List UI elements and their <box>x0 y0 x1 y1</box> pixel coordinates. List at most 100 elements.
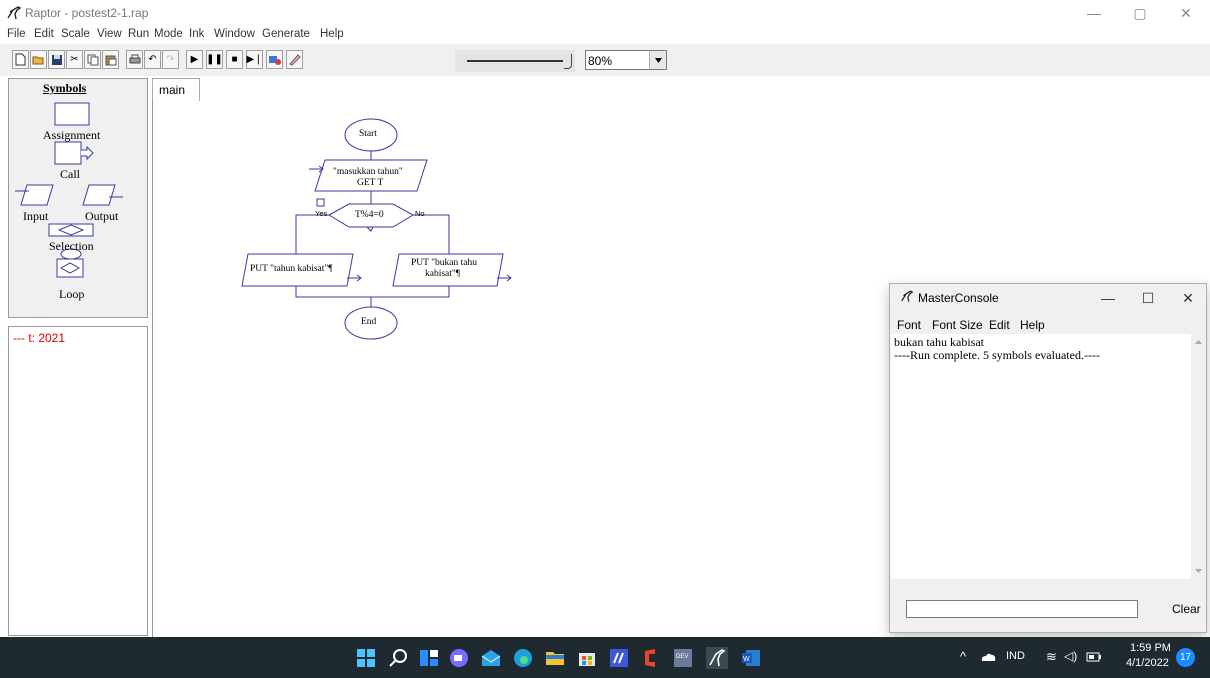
console-scrollbar[interactable] <box>1191 334 1206 579</box>
devcpp-icon[interactable]: DEV <box>672 647 694 669</box>
taskbar: DEV W ^ IND ≋ ◁) 1:59 PM 4/1/2022 17 <box>0 637 1210 678</box>
copy-icon[interactable] <box>84 50 101 69</box>
pause-button[interactable]: ❚❚ <box>206 50 223 69</box>
menu-mode[interactable]: Mode <box>154 28 183 40</box>
svg-text:DEV: DEV <box>676 654 688 660</box>
menu-view[interactable]: View <box>97 28 122 40</box>
notification-badge[interactable]: 17 <box>1176 648 1195 667</box>
yes-label: Yes <box>315 209 328 218</box>
raptor-app-icon <box>901 290 914 302</box>
assignment-label: Assignment <box>43 128 101 142</box>
zoom-slider[interactable] <box>455 50 575 72</box>
zoom-select[interactable]: 80% <box>585 50 667 70</box>
menu-bar: File Edit Scale View Run Mode Ink Window… <box>0 26 1210 44</box>
zoom-slider-thumb[interactable] <box>564 54 572 69</box>
selection-label: Selection <box>49 239 94 253</box>
test-server-button[interactable] <box>266 50 283 69</box>
start-label: Start <box>359 129 377 139</box>
console-minimize-button[interactable]: — <box>1088 284 1128 312</box>
open-file-button[interactable] <box>30 50 47 69</box>
search-icon[interactable] <box>388 647 410 669</box>
svg-text:W: W <box>743 656 750 663</box>
console-output[interactable]: bukan tahu kabisat ----Run complete. 5 s… <box>891 334 1191 579</box>
no-label: No <box>415 209 425 218</box>
console-menu-help[interactable]: Help <box>1020 318 1045 332</box>
call-arrow-icon <box>81 145 94 161</box>
call-label: Call <box>60 167 80 181</box>
new-file-button[interactable] <box>12 50 29 69</box>
variables-panel: --- t: 2021 <box>8 326 148 636</box>
console-menu-bar: Font Font Size Edit Help <box>890 316 1206 334</box>
clock-time[interactable]: 1:59 PM <box>1130 642 1171 654</box>
menu-ink[interactable]: Ink <box>189 28 204 40</box>
chat-icon[interactable] <box>448 647 470 669</box>
input-symbol <box>20 184 54 206</box>
console-menu-font[interactable]: Font <box>897 318 921 332</box>
edge-browser-icon[interactable] <box>512 647 534 669</box>
language-indicator[interactable]: IND <box>1006 650 1025 662</box>
stop-button[interactable]: ■ <box>226 50 243 69</box>
pen-icon[interactable] <box>286 50 303 69</box>
menu-help[interactable]: Help <box>320 28 344 40</box>
condition-label: T%4=0 <box>355 210 384 220</box>
cut-icon[interactable]: ✂ <box>66 50 83 69</box>
save-button[interactable] <box>48 50 65 69</box>
call-symbol <box>54 141 82 165</box>
step-button[interactable]: ▶❘ <box>246 50 263 69</box>
input-arrow <box>309 165 324 173</box>
menu-scale[interactable]: Scale <box>61 28 90 40</box>
input-var-label: GET T <box>357 178 384 188</box>
variable-t[interactable]: --- t: 2021 <box>13 331 65 345</box>
menu-edit[interactable]: Edit <box>34 28 54 40</box>
console-close-button[interactable]: ✕ <box>1168 284 1208 312</box>
close-button[interactable]: ✕ <box>1163 0 1209 26</box>
print-icon[interactable] <box>126 50 143 69</box>
clear-button[interactable]: Clear <box>1172 602 1201 616</box>
output-symbol <box>82 184 116 206</box>
assignment-symbol <box>54 102 90 126</box>
maximize-button[interactable]: ▢ <box>1117 0 1163 26</box>
output-no-label-line1: PUT "bukan tahu <box>411 258 477 268</box>
console-menu-font-size[interactable]: Font Size <box>932 318 983 332</box>
volume-icon[interactable]: ◁) <box>1064 649 1077 663</box>
chevron-down-icon[interactable] <box>649 51 666 69</box>
onedrive-icon[interactable] <box>980 652 996 662</box>
menu-file[interactable]: File <box>7 28 26 40</box>
redo-icon[interactable]: ↷ <box>162 50 179 69</box>
palette-shapes <box>15 102 123 278</box>
battery-icon[interactable] <box>1086 652 1102 662</box>
file-explorer-icon[interactable] <box>544 647 566 669</box>
raptor-taskbar-icon[interactable] <box>706 647 728 669</box>
paste-icon[interactable] <box>102 50 119 69</box>
menu-window[interactable]: Window <box>214 28 255 40</box>
clock-date[interactable]: 4/1/2022 <box>1126 657 1169 669</box>
console-output-line: ----Run complete. 5 symbols evaluated.--… <box>894 348 1100 362</box>
chevron-up-icon[interactable]: ^ <box>960 649 966 664</box>
app-icon-blue[interactable] <box>608 647 630 669</box>
office-icon[interactable] <box>640 647 662 669</box>
undo-icon[interactable]: ↶ <box>144 50 161 69</box>
zoom-slider-track <box>467 60 563 62</box>
output-yes-label: PUT "tahun kabisat"¶ <box>250 264 333 274</box>
console-maximize-button[interactable]: ☐ <box>1128 284 1168 312</box>
loop-label: Loop <box>59 287 85 301</box>
zoom-value: 80% <box>588 54 613 68</box>
title-bar: Raptor - postest2-1.rap — ▢ ✕ <box>0 0 1210 26</box>
menu-generate[interactable]: Generate <box>262 28 310 40</box>
run-button[interactable]: ▶ <box>186 50 203 69</box>
wifi-icon[interactable]: ≋ <box>1046 649 1057 665</box>
console-menu-edit[interactable]: Edit <box>989 318 1010 332</box>
master-console-window: MasterConsole — ☐ ✕ Font Font Size Edit … <box>889 283 1207 633</box>
decision-collapse-icon <box>316 198 325 207</box>
output-label: Output <box>85 209 119 223</box>
tab-main[interactable]: main <box>152 78 200 102</box>
console-input[interactable] <box>906 600 1138 618</box>
menu-run[interactable]: Run <box>128 28 149 40</box>
store-icon[interactable] <box>576 647 598 669</box>
output-no-label-line2: kabisat"¶ <box>425 269 461 279</box>
mail-icon[interactable] <box>480 647 502 669</box>
minimize-button[interactable]: — <box>1071 0 1117 26</box>
word-icon[interactable]: W <box>740 647 762 669</box>
windows-start-icon[interactable] <box>355 647 377 669</box>
task-view-icon[interactable] <box>418 647 440 669</box>
